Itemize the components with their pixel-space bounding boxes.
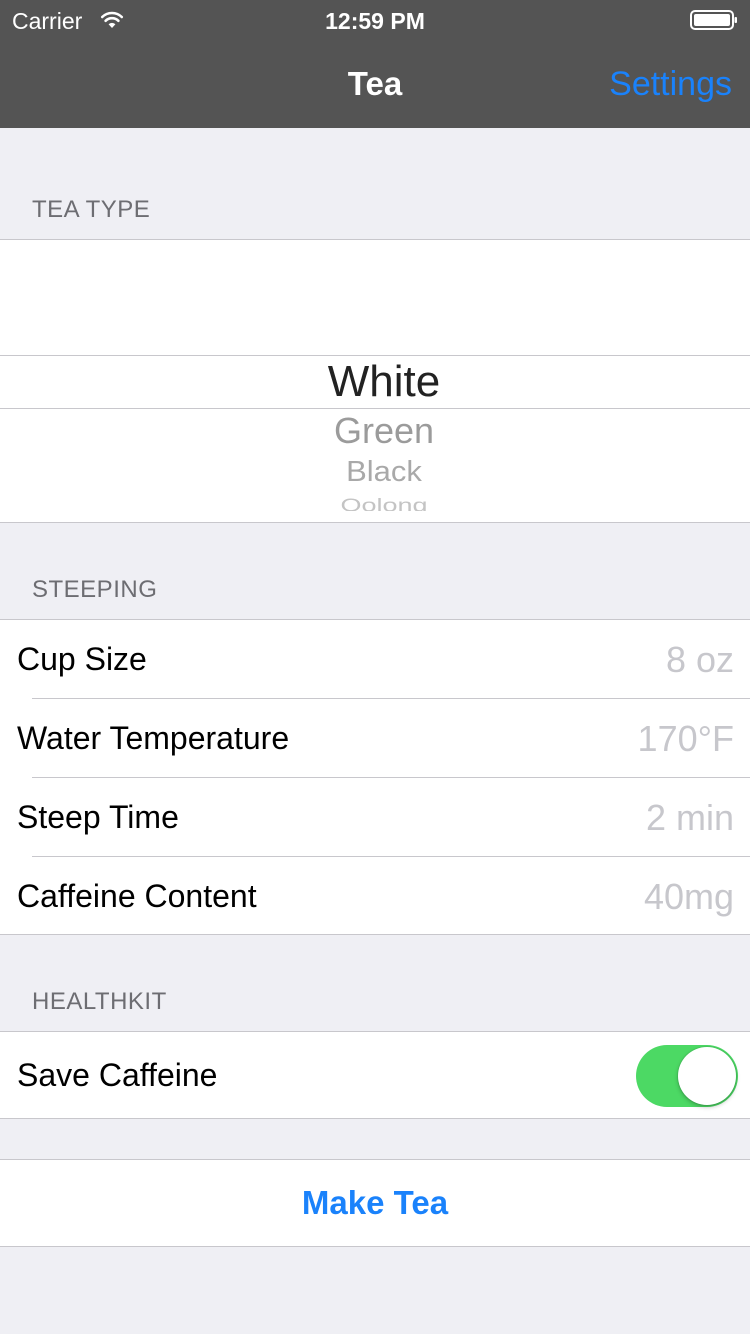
save-caffeine-row: Save Caffeine [0,1032,750,1118]
row-label: Steep Time [17,799,179,835]
steep-time-row[interactable]: Steep Time 2 min [0,778,750,857]
toggle-knob [678,1047,736,1105]
save-caffeine-toggle[interactable] [636,1045,738,1107]
steeping-group: Cup Size 8 oz Water Temperature 170°F St… [0,619,750,935]
row-value: 170°F [637,718,734,759]
caffeine-content-row[interactable]: Caffeine Content 40mg [0,857,750,936]
row-label: Caffeine Content [17,878,257,914]
water-temperature-row[interactable]: Water Temperature 170°F [0,699,750,778]
section-header-steeping: STEEPING [32,576,158,603]
picker-option[interactable]: Oolong [0,497,750,511]
row-value: 40mg [643,876,734,917]
picker-option[interactable]: Green [0,409,750,453]
section-header-tea-type: TEA TYPE [32,196,151,223]
cup-size-row[interactable]: Cup Size 8 oz [0,620,750,699]
battery-icon [690,10,737,30]
picker-option[interactable]: Black [0,455,750,488]
row-value: 2 min [645,797,734,838]
make-tea-button[interactable]: Make Tea [0,1160,750,1246]
status-time: 12:59 PM [325,8,425,34]
settings-button[interactable]: Settings [609,64,732,104]
save-caffeine-label: Save Caffeine [17,1057,218,1093]
make-tea-group: Make Tea [0,1159,750,1247]
row-label: Cup Size [17,641,147,677]
section-header-healthkit: HEALTHKIT [32,988,167,1015]
tea-type-picker[interactable]: White Green Black Oolong [0,239,750,523]
row-value: 8 oz [665,639,734,680]
row-label: Water Temperature [17,720,290,756]
healthkit-group: Save Caffeine [0,1031,750,1119]
navigation-bar: Carrier 12:59 PM Tea Settings [0,0,750,128]
app-root: Carrier 12:59 PM Tea Settings TEA TYPE W… [0,0,750,1334]
picker-option-selected[interactable]: White [0,355,750,409]
